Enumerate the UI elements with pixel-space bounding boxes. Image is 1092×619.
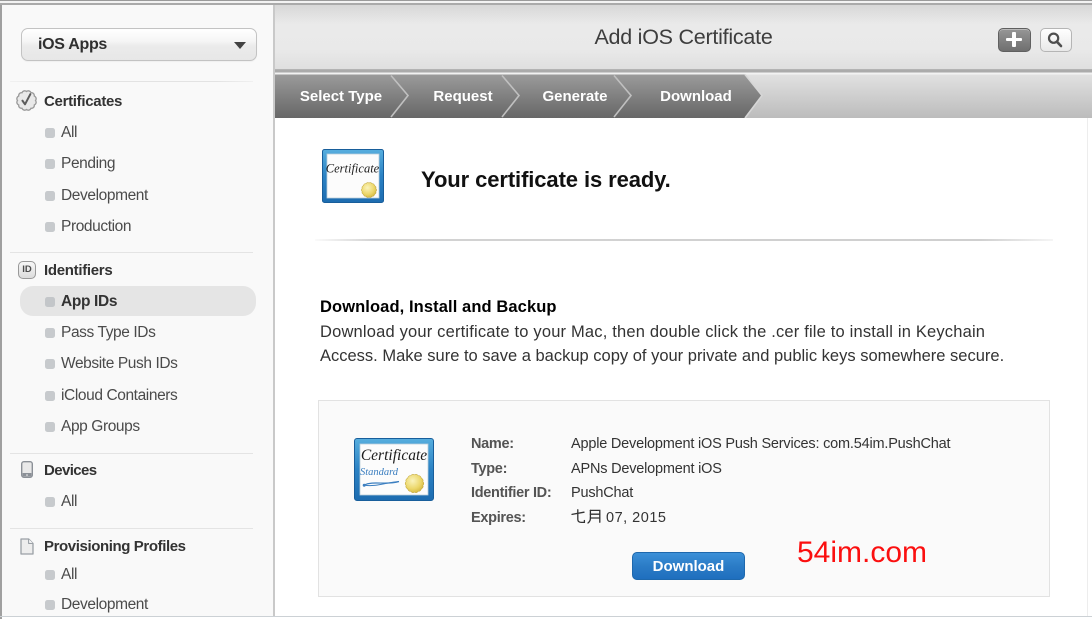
svg-text:Request: Request xyxy=(433,88,492,105)
svg-text:Download: Download xyxy=(660,88,732,105)
svg-text:Certificate: Certificate xyxy=(361,447,427,464)
svg-text:Certificate: Certificate xyxy=(326,162,380,176)
svg-text:Select Type: Select Type xyxy=(300,88,382,105)
svg-text:Standard: Standard xyxy=(360,467,399,478)
svg-text:Generate: Generate xyxy=(542,88,607,105)
